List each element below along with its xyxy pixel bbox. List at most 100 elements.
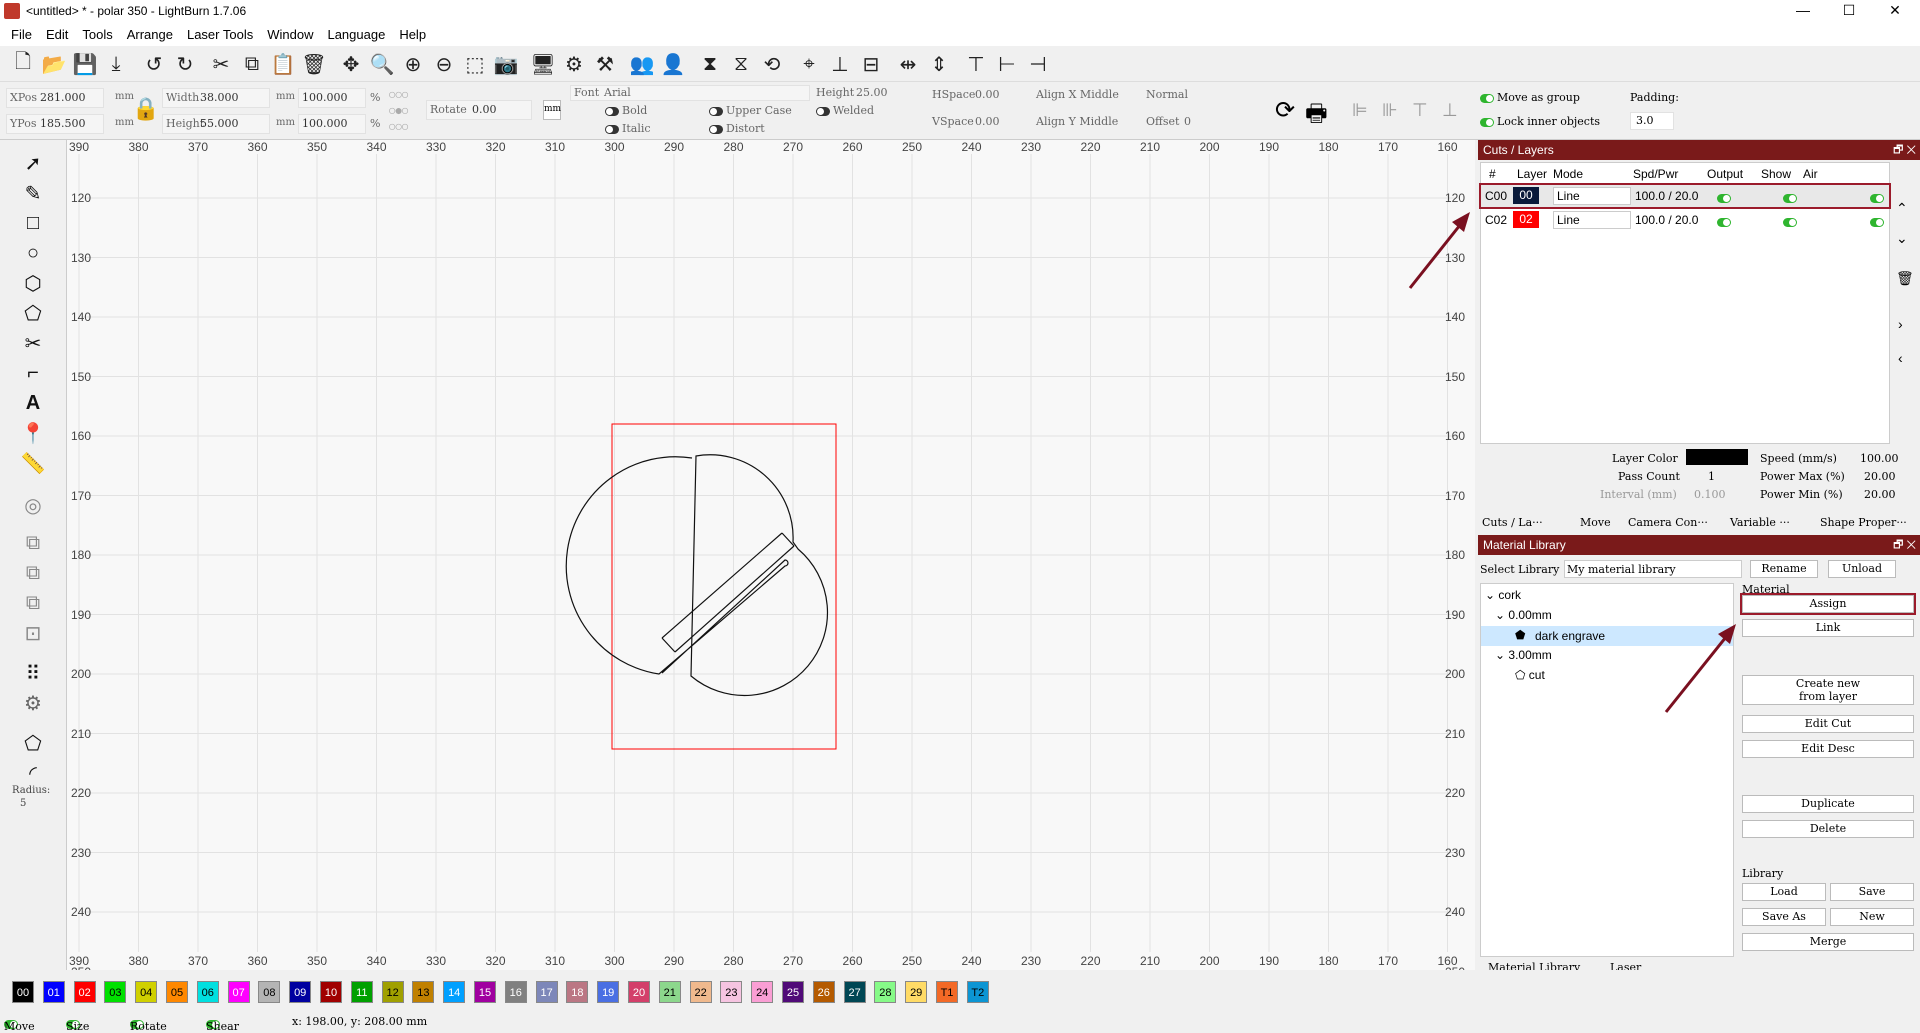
palette-swatch-23[interactable]: 23: [720, 981, 743, 1003]
tree-item-0mm[interactable]: ⌄ 0.00mm: [1495, 608, 1552, 622]
pan-icon[interactable]: ✥: [338, 51, 364, 77]
delete-button[interactable]: Delete: [1742, 820, 1914, 838]
palette-swatch-22[interactable]: 22: [689, 981, 712, 1003]
welded-option[interactable]: Welded: [816, 104, 874, 117]
rotate-icon[interactable]: ⟲: [759, 51, 785, 77]
rename-button[interactable]: Rename: [1750, 560, 1818, 578]
distribute-h-icon[interactable]: ⇹: [895, 51, 921, 77]
padding-value[interactable]: 3.0: [1636, 114, 1654, 127]
minimize-button[interactable]: —: [1780, 0, 1826, 22]
unload-button[interactable]: Unload: [1828, 560, 1896, 578]
settings-icon[interactable]: ⚙: [561, 51, 587, 77]
italic-toggle[interactable]: [605, 124, 619, 134]
import-icon[interactable]: ⤓: [103, 51, 129, 77]
menu-laser-tools[interactable]: Laser Tools: [180, 27, 260, 42]
merge-button[interactable]: Merge: [1742, 933, 1914, 951]
group-icon[interactable]: 👥: [629, 51, 655, 77]
table-row[interactable]: C00 00 Line 100.0 / 20.0: [1479, 183, 1891, 209]
dock-bottom-icon[interactable]: ⊥: [1442, 100, 1458, 121]
italic-option[interactable]: Italic: [605, 122, 651, 135]
palette-swatch-07[interactable]: 07: [227, 981, 250, 1003]
tabs-tool-icon[interactable]: ⌐: [18, 360, 48, 386]
save-library-button[interactable]: Save: [1830, 883, 1914, 901]
bold-toggle[interactable]: [605, 106, 619, 116]
palette-swatch-14[interactable]: 14: [443, 981, 466, 1003]
measure-tool-icon[interactable]: 📏: [18, 450, 48, 476]
palette-swatch-04[interactable]: 04: [135, 981, 158, 1003]
palette-swatch-25[interactable]: 25: [782, 981, 804, 1003]
scale-width-value[interactable]: 100.000: [302, 91, 348, 104]
position-laser-icon[interactable]: 📍: [18, 420, 48, 446]
palette-swatch-t1[interactable]: T1: [936, 981, 958, 1003]
distort-toggle[interactable]: [709, 124, 723, 134]
offset-shapes-icon[interactable]: ◎: [18, 492, 48, 518]
palette-swatch-08[interactable]: 08: [258, 981, 281, 1003]
tab-camera-control[interactable]: Camera Con···: [1628, 516, 1708, 529]
menu-language[interactable]: Language: [320, 27, 392, 42]
palette-swatch-17[interactable]: 17: [535, 981, 558, 1003]
delete-layer-icon[interactable]: 🗑: [1896, 270, 1914, 287]
rectangle-tool-icon[interactable]: □: [18, 210, 48, 236]
palette-swatch-16[interactable]: 16: [504, 981, 527, 1003]
move-layer-up-icon[interactable]: ⌃: [1896, 200, 1908, 217]
delete-icon[interactable]: 🗑: [301, 51, 327, 77]
anchor-grid-icon[interactable]: ○○○ ○●○ ○○○: [388, 86, 409, 134]
palette-swatch-27[interactable]: 27: [843, 981, 866, 1003]
edit-desc-button[interactable]: Edit Desc: [1742, 740, 1914, 758]
palette-swatch-29[interactable]: 29: [905, 981, 928, 1003]
palette-swatch-13[interactable]: 13: [412, 981, 435, 1003]
align-middle-icon[interactable]: ⊟: [858, 51, 884, 77]
boolean-union-icon[interactable]: ⧉: [18, 560, 48, 586]
palette-swatch-24[interactable]: 24: [751, 981, 774, 1003]
trim-tool-icon[interactable]: ✂: [18, 330, 48, 356]
lock-inner-toggle[interactable]: [1480, 117, 1494, 127]
pen-tool-icon[interactable]: ✎: [18, 180, 48, 206]
palette-swatch-20[interactable]: 20: [628, 981, 650, 1003]
palette-swatch-03[interactable]: 03: [104, 981, 127, 1003]
upper-case-toggle[interactable]: [709, 106, 723, 116]
tab-variable-text[interactable]: Variable ···: [1730, 516, 1790, 529]
tree-item-3mm[interactable]: ⌄ 3.00mm: [1495, 648, 1552, 662]
tab-shape-properties[interactable]: Shape Proper···: [1820, 516, 1907, 529]
align-right-icon[interactable]: ⊣: [1025, 51, 1051, 77]
zoom-in-icon[interactable]: ⊕: [400, 51, 426, 77]
power-max-value[interactable]: 20.00: [1864, 470, 1896, 483]
circular-array-icon[interactable]: ⚙: [18, 690, 48, 716]
tab-cuts-layers[interactable]: Cuts / La···: [1482, 516, 1543, 529]
camera-icon[interactable]: 📷: [493, 51, 519, 77]
grid-array-icon[interactable]: ⠿: [18, 660, 48, 686]
dock-left-icon[interactable]: ⊫: [1352, 100, 1368, 121]
air-toggle[interactable]: [1869, 218, 1884, 228]
offset-value[interactable]: 0: [1184, 115, 1191, 128]
xpos-value[interactable]: 281.000: [40, 91, 86, 104]
save-icon[interactable]: 💾: [72, 51, 98, 77]
mirror-vertical-icon[interactable]: ⧖: [728, 51, 754, 77]
air-toggle[interactable]: [1869, 194, 1884, 204]
library-select[interactable]: My material library: [1564, 560, 1742, 578]
link-button[interactable]: Link: [1742, 619, 1914, 637]
interval-value[interactable]: 0.100: [1694, 488, 1726, 501]
palette-swatch-01[interactable]: 01: [42, 981, 65, 1003]
height-value[interactable]: 55.000: [200, 117, 239, 130]
move-layer-down-icon[interactable]: ⌄: [1896, 230, 1908, 247]
tree-item-cut[interactable]: ⬠ cut: [1515, 668, 1545, 682]
undo-icon[interactable]: ↺: [141, 51, 167, 77]
ellipse-tool-icon[interactable]: ○: [18, 240, 48, 266]
load-button[interactable]: Load: [1742, 883, 1826, 901]
lock-ratio-icon[interactable]: 🔒: [132, 96, 159, 122]
move-as-group-option[interactable]: Move as group: [1480, 91, 1580, 104]
align-left-icon[interactable]: ⊢: [994, 51, 1020, 77]
pass-count-value[interactable]: 1: [1708, 470, 1715, 483]
lock-inner-option[interactable]: Lock inner objects: [1480, 115, 1600, 128]
menu-tools[interactable]: Tools: [75, 27, 119, 42]
monitor-icon[interactable]: 🖥: [530, 51, 556, 77]
weld-icon[interactable]: ⧉: [18, 530, 48, 556]
palette-swatch-15[interactable]: 15: [474, 981, 496, 1003]
collapse-left-icon[interactable]: ‹: [1898, 350, 1903, 366]
layer-swatch[interactable]: 02: [1513, 211, 1539, 228]
paste-icon[interactable]: 📋: [270, 51, 296, 77]
canvas-drawing[interactable]: [67, 140, 1475, 970]
edit-cut-button[interactable]: Edit Cut: [1742, 715, 1914, 733]
palette-swatch-10[interactable]: 10: [320, 981, 342, 1003]
dock-top-icon[interactable]: ⊤: [1412, 100, 1428, 121]
